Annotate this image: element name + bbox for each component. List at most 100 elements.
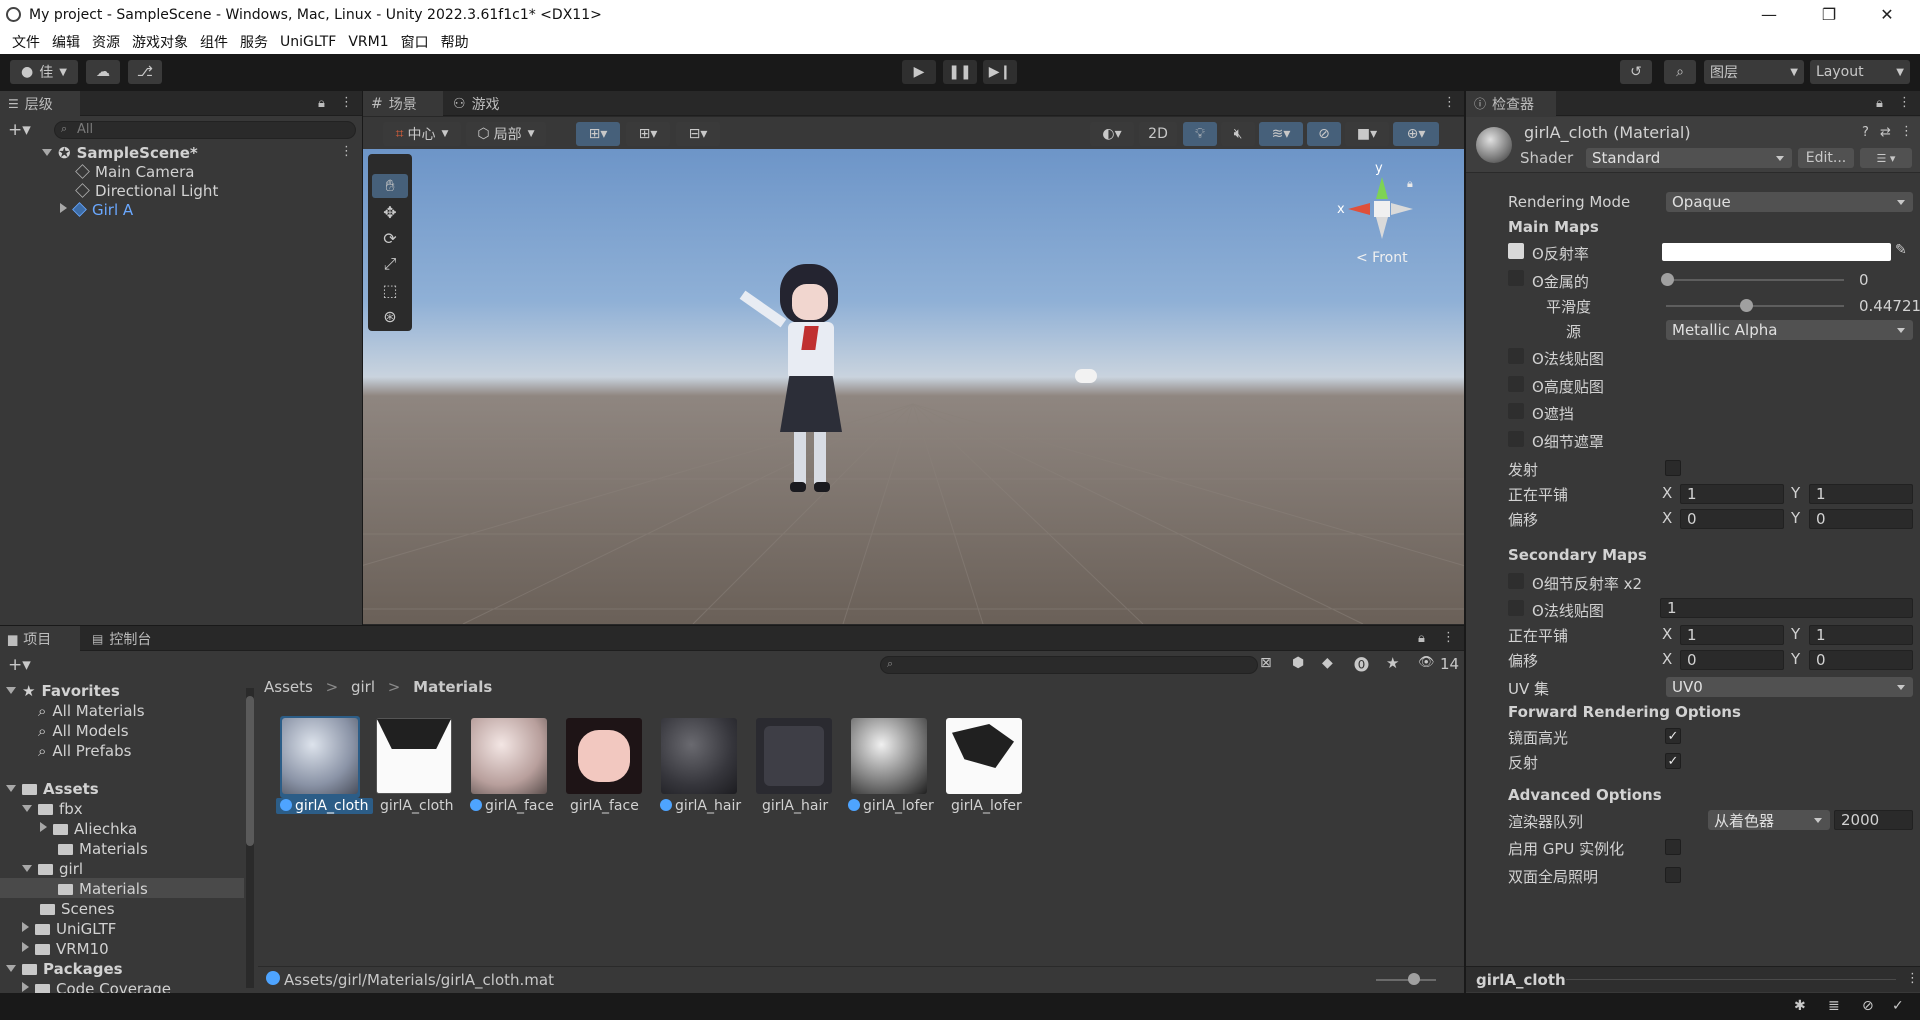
- specular-checkbox[interactable]: ✓: [1665, 728, 1681, 744]
- ruler-button[interactable]: ⊟▾: [676, 122, 720, 146]
- asset-label[interactable]: girlA_face: [470, 798, 554, 814]
- uv-set-dropdown[interactable]: UV0: [1666, 677, 1913, 697]
- metallic-slider-handle[interactable]: [1661, 273, 1674, 286]
- albedo-texture-slot[interactable]: [1508, 243, 1524, 259]
- double-sided-gi-checkbox[interactable]: [1665, 867, 1681, 883]
- lock-icon[interactable]: 🔒︎: [1876, 96, 1883, 111]
- tree-all-models[interactable]: ⌕ All Models: [38, 722, 129, 740]
- preview-header[interactable]: girlA_cloth ⋮: [1466, 966, 1920, 992]
- favorite-star-icon[interactable]: ★: [1386, 654, 1399, 672]
- hierarchy-item-directional-light[interactable]: Directional Light: [75, 182, 218, 200]
- secondary-normal-scale-field[interactable]: 1: [1660, 598, 1913, 618]
- detail-mask-slot[interactable]: [1508, 431, 1524, 447]
- tab-inspector[interactable]: ⓘ 检查器: [1466, 91, 1556, 116]
- expand-arrow-icon[interactable]: [60, 203, 67, 213]
- expand-arrow-icon[interactable]: [6, 687, 16, 694]
- project-search-input[interactable]: ⌕: [880, 656, 1258, 674]
- layout-dropdown[interactable]: Layout ▼: [1810, 60, 1910, 84]
- offset-y-field[interactable]: 0: [1809, 509, 1913, 529]
- gizmos-dropdown[interactable]: ⊕▾: [1393, 122, 1439, 146]
- sec-offset-x-field[interactable]: 0: [1680, 650, 1784, 670]
- play-button[interactable]: ▶: [902, 60, 936, 84]
- grid-snap-button[interactable]: ⊞▾: [576, 122, 620, 146]
- asset-thumbnail-material[interactable]: [282, 718, 358, 794]
- menu-component[interactable]: 组件: [200, 32, 228, 52]
- tree-scrollbar[interactable]: [246, 688, 254, 988]
- rect-tool-icon[interactable]: ⬚: [372, 278, 408, 302]
- tree-vrm10[interactable]: VRM10: [22, 940, 109, 958]
- tree-aliechka[interactable]: Aliechka: [40, 820, 137, 838]
- transform-tool-icon[interactable]: ⊛: [372, 304, 408, 328]
- tree-all-prefabs[interactable]: ⌕ All Prefabs: [38, 742, 131, 760]
- shader-dropdown[interactable]: Standard: [1586, 148, 1792, 168]
- gizmo-center[interactable]: [1374, 201, 1390, 217]
- debug-icon[interactable]: ✱: [1794, 998, 1806, 1014]
- source-dropdown[interactable]: Metallic Alpha: [1666, 320, 1913, 340]
- occlusion-slot[interactable]: [1508, 403, 1524, 419]
- rotate-tool-icon[interactable]: ⟳: [372, 226, 408, 250]
- progress-icon[interactable]: ⊘: [1862, 998, 1874, 1014]
- secondary-normal-slot[interactable]: [1508, 600, 1524, 616]
- gizmo-lock-icon[interactable]: 🔒︎: [1407, 177, 1413, 191]
- tree-packages[interactable]: Packages: [6, 960, 123, 978]
- tree-favorites[interactable]: ★ Favorites: [6, 682, 120, 700]
- zoom-slider[interactable]: [1376, 979, 1436, 981]
- more-icon[interactable]: ⋮: [1898, 95, 1911, 110]
- hierarchy-search-input[interactable]: ⌕ All: [54, 121, 356, 139]
- filter-type-icon[interactable]: ⬢: [1292, 655, 1304, 671]
- expand-arrow-icon[interactable]: [6, 965, 16, 972]
- tree-fbx[interactable]: fbx: [22, 800, 83, 818]
- preset-icon[interactable]: ⇄: [1880, 125, 1891, 140]
- hidden-objects-toggle[interactable]: ⊘: [1307, 122, 1341, 146]
- expand-arrow-icon[interactable]: [22, 942, 29, 952]
- menu-gameobject[interactable]: 游戏对象: [132, 32, 188, 52]
- menu-services[interactable]: 服务: [240, 32, 268, 52]
- menu-edit[interactable]: 编辑: [52, 32, 80, 52]
- tab-scene[interactable]: # 场景: [363, 91, 443, 116]
- add-icon[interactable]: +▾: [8, 655, 31, 675]
- warning-icon[interactable]: ⓿: [1354, 654, 1369, 675]
- reflections-checkbox[interactable]: ✓: [1665, 753, 1681, 769]
- tree-girl[interactable]: girl: [22, 860, 83, 878]
- hidden-packages-icon[interactable]: 👁︎: [1418, 655, 1435, 670]
- scene-root[interactable]: ✪ SampleScene*: [42, 144, 198, 162]
- add-icon[interactable]: +▾: [8, 120, 31, 140]
- rendering-mode-dropdown[interactable]: Opaque: [1666, 192, 1913, 212]
- hand-tool-icon[interactable]: ✋︎: [372, 174, 408, 198]
- expand-arrow-icon[interactable]: [6, 785, 16, 792]
- metallic-value-field[interactable]: 0: [1853, 270, 1913, 290]
- account-dropdown[interactable]: ● 佳 ▼: [10, 60, 78, 84]
- asset-label[interactable]: girlA_face: [570, 798, 639, 814]
- scene-more-icon[interactable]: ⋮: [340, 144, 353, 159]
- gizmo-x-axis[interactable]: [1348, 203, 1370, 215]
- hierarchy-item-main-camera[interactable]: Main Camera: [75, 163, 194, 181]
- asset-thumbnail-texture[interactable]: [566, 718, 642, 794]
- asset-label[interactable]: girlA_cloth: [380, 798, 454, 814]
- metallic-slider-track[interactable]: [1666, 279, 1844, 281]
- asset-label[interactable]: girlA_lofer: [951, 798, 1022, 814]
- menu-vrm1[interactable]: VRM1: [348, 34, 388, 50]
- search-icon[interactable]: ⌕: [1664, 60, 1696, 84]
- lock-icon[interactable]: 🔒︎: [1418, 631, 1425, 646]
- tree-assets[interactable]: Assets: [6, 780, 99, 798]
- lighting-toggle[interactable]: 💡︎: [1183, 122, 1217, 146]
- breadcrumb-materials[interactable]: Materials: [413, 678, 492, 696]
- tree-scenes[interactable]: Scenes: [40, 900, 115, 918]
- gizmo-neg-y[interactable]: [1376, 217, 1388, 239]
- asset-thumbnail-texture[interactable]: [376, 718, 452, 794]
- pivot-dropdown[interactable]: ⌗ 中心 ▼: [383, 122, 461, 146]
- menu-unigltf[interactable]: UniGLTF: [280, 34, 336, 50]
- tab-game[interactable]: ⚇ 游戏: [445, 91, 525, 116]
- step-button[interactable]: ▶❙: [983, 60, 1017, 84]
- more-icon[interactable]: ⋮: [1900, 124, 1913, 139]
- asset-label[interactable]: girlA_hair: [660, 798, 741, 814]
- tab-hierarchy[interactable]: ☰ 层级: [0, 91, 80, 116]
- more-icon[interactable]: ⋮: [1442, 630, 1455, 645]
- pause-button[interactable]: ❚❚: [943, 60, 977, 84]
- effects-dropdown[interactable]: ≋▾: [1259, 122, 1303, 146]
- render-queue-field[interactable]: 2000: [1834, 810, 1913, 830]
- height-map-slot[interactable]: [1508, 376, 1524, 392]
- menu-help[interactable]: 帮助: [441, 32, 469, 52]
- scale-tool-icon[interactable]: ⤢: [372, 252, 408, 276]
- asset-label[interactable]: girlA_hair: [762, 798, 828, 814]
